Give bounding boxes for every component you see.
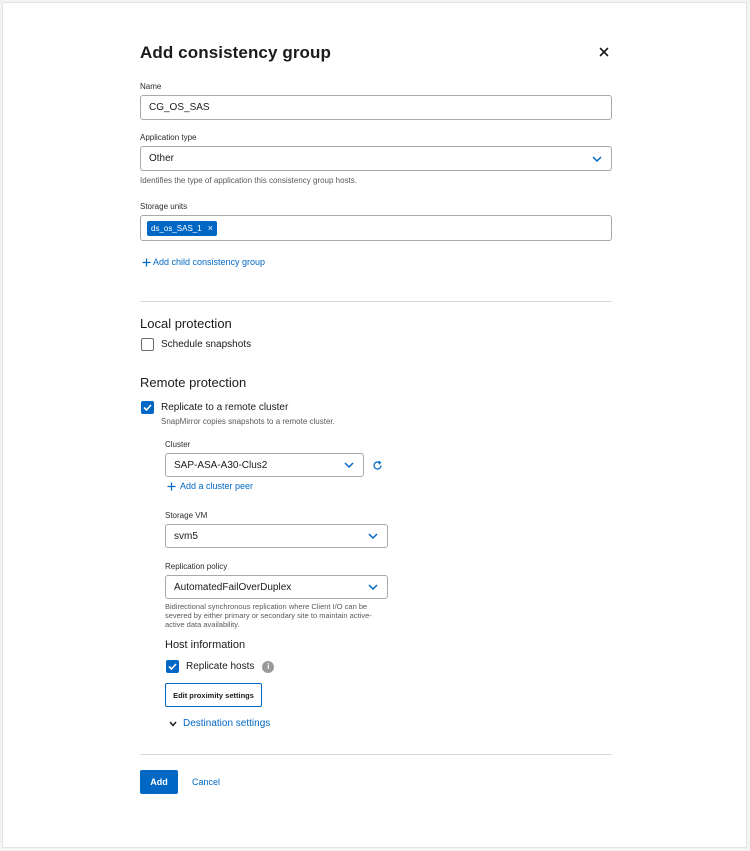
schedule-snapshots-checkbox[interactable] — [141, 338, 154, 351]
name-input-value: CG_OS_SAS — [149, 102, 210, 113]
replicate-remote-option[interactable]: Replicate to a remote cluster — [141, 401, 288, 414]
replicate-remote-checkbox[interactable] — [141, 401, 154, 414]
chevron-down-icon — [169, 721, 177, 727]
replication-policy-help-line: severed by either primary or secondary s… — [165, 611, 372, 620]
add-button[interactable]: Add — [140, 770, 178, 794]
storage-units-input[interactable]: ds_os_SAS_1 × — [140, 215, 612, 241]
chevron-down-icon — [368, 584, 378, 591]
storage-units-label: Storage units — [140, 202, 188, 211]
replication-policy-select[interactable]: AutomatedFailOverDuplex — [165, 575, 388, 599]
application-type-label: Application type — [140, 133, 197, 142]
replicate-remote-label: Replicate to a remote cluster — [161, 402, 289, 413]
plus-icon — [167, 482, 176, 490]
replicate-hosts-checkbox[interactable] — [166, 660, 179, 673]
schedule-snapshots-option[interactable]: Schedule snapshots — [141, 338, 251, 351]
add-child-link-label: Add child consistency group — [153, 257, 266, 267]
check-icon — [168, 663, 177, 671]
remove-chip-icon[interactable]: × — [208, 224, 213, 233]
section-divider — [140, 301, 612, 302]
add-cluster-peer-link[interactable]: Add a cluster peer — [167, 481, 253, 491]
local-protection-heading: Local protection — [140, 316, 232, 331]
replicate-hosts-option[interactable]: Replicate hosts i — [166, 660, 275, 673]
storage-unit-chip-label: ds_os_SAS_1 — [151, 223, 202, 233]
application-type-help: Identifies the type of application this … — [140, 176, 358, 185]
close-icon[interactable] — [597, 45, 611, 59]
host-information-heading: Host information — [165, 639, 246, 651]
cluster-select[interactable]: SAP-ASA-A30-Clus2 — [165, 453, 364, 477]
schedule-snapshots-label: Schedule snapshots — [161, 339, 252, 350]
replication-policy-help: Bidirectional synchronous replication wh… — [165, 602, 372, 629]
refresh-icon[interactable] — [372, 460, 383, 471]
name-label: Name — [140, 82, 162, 91]
footer-divider — [140, 754, 612, 755]
storage-unit-chip: ds_os_SAS_1 × — [147, 220, 217, 236]
replication-policy-value: AutomatedFailOverDuplex — [174, 581, 292, 593]
storage-vm-select[interactable]: svm5 — [165, 524, 388, 548]
destination-settings-toggle[interactable]: Destination settings — [169, 718, 270, 729]
application-type-select[interactable]: Other — [140, 146, 612, 171]
storage-vm-label: Storage VM — [165, 511, 208, 520]
replication-policy-help-line: active data availability. — [165, 620, 240, 629]
add-cluster-peer-label: Add a cluster peer — [180, 481, 254, 491]
chevron-down-icon — [592, 155, 602, 162]
info-icon[interactable]: i — [262, 660, 275, 673]
dialog-title: Add consistency group — [140, 43, 332, 62]
replicate-remote-help: SnapMirror copies snapshots to a remote … — [161, 417, 335, 426]
replication-policy-label: Replication policy — [165, 562, 228, 571]
check-icon — [143, 404, 152, 412]
cluster-value: SAP-ASA-A30-Clus2 — [174, 459, 268, 471]
cluster-label: Cluster — [165, 440, 191, 449]
add-child-consistency-group-link[interactable]: Add child consistency group — [142, 257, 265, 267]
name-input[interactable]: CG_OS_SAS — [140, 95, 612, 120]
replicate-hosts-label: Replicate hosts — [186, 661, 255, 672]
chevron-down-icon — [344, 462, 354, 469]
remote-protection-heading: Remote protection — [140, 375, 247, 390]
add-consistency-group-dialog: Add consistency group Name CG_OS_SAS App… — [2, 2, 747, 848]
application-type-value: Other — [149, 153, 175, 164]
replication-policy-help-line: Bidirectional synchronous replication wh… — [165, 602, 368, 611]
storage-vm-value: svm5 — [174, 530, 198, 542]
chevron-down-icon — [368, 533, 378, 540]
cancel-button[interactable]: Cancel — [192, 777, 220, 787]
plus-icon — [142, 258, 151, 266]
destination-settings-label: Destination settings — [183, 718, 271, 729]
edit-proximity-settings-button[interactable]: Edit proximity settings — [165, 683, 262, 707]
